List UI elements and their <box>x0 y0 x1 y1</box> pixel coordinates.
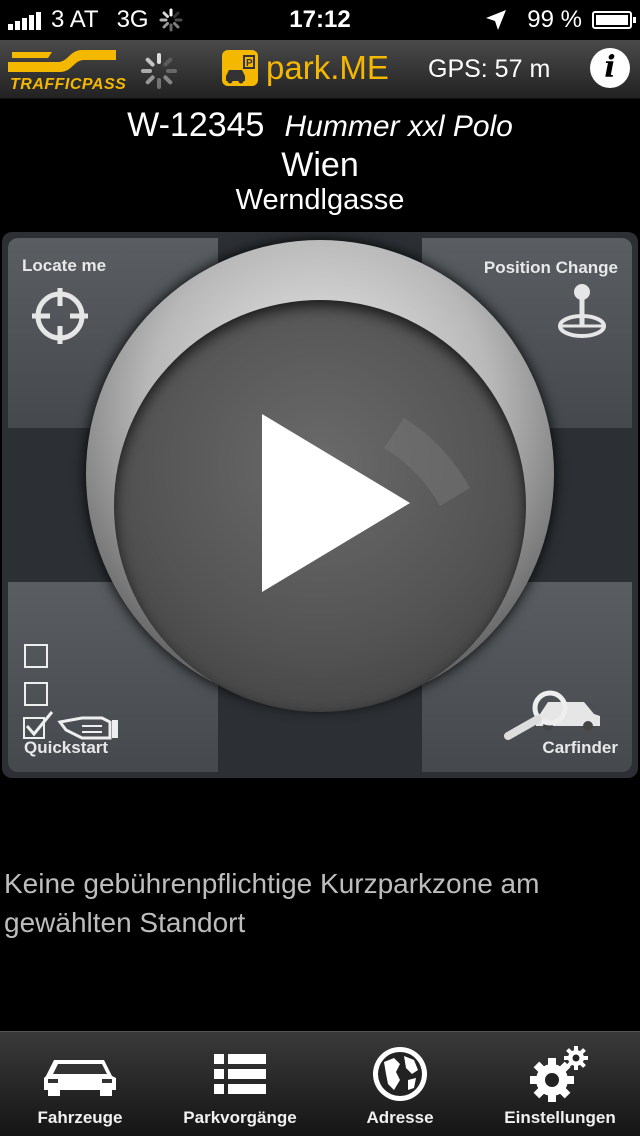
tab-label: Parkvorgänge <box>183 1108 297 1127</box>
location-arrow-icon <box>486 10 507 30</box>
list-icon <box>214 1054 266 1094</box>
park-me-brand: P park.ME <box>222 49 389 87</box>
joystick-icon <box>558 284 606 338</box>
globe-icon <box>373 1047 427 1101</box>
street-name: Werndlgasse <box>235 184 405 216</box>
checkbox-empty-icon <box>24 644 48 668</box>
position-change-label: Position Change <box>483 258 618 277</box>
trafficpass-logo-mark <box>8 50 116 72</box>
crosshair-icon <box>32 288 88 344</box>
gps-accuracy: GPS: 57 m <box>428 55 551 83</box>
locate-me-label: Locate me <box>22 256 107 275</box>
battery-icon <box>592 11 636 29</box>
tab-fahrzeuge[interactable]: Fahrzeuge <box>0 1032 160 1136</box>
tab-parkvorgaenge[interactable]: Parkvorgänge <box>160 1032 320 1136</box>
battery-percent: 99 % <box>527 6 582 33</box>
checkbox-empty-icon <box>24 682 48 706</box>
nav-bar: TRAFFICPASS P park.ME GPS: 57 m i <box>0 40 640 99</box>
car-icon <box>44 1060 116 1096</box>
info-button[interactable]: i <box>590 48 630 88</box>
city-name: Wien <box>281 146 359 184</box>
park-me-icon: P <box>222 50 258 86</box>
start-parking-button[interactable] <box>114 300 526 712</box>
tab-bar: Fahrzeuge Parkvorgänge Adresse Einstellu… <box>0 1031 640 1136</box>
license-plate: W-12345 <box>127 106 265 144</box>
tab-label: Adresse <box>366 1108 434 1127</box>
tab-label: Einstellungen <box>504 1108 616 1127</box>
logo-text: TRAFFICPASS <box>10 76 127 93</box>
loading-spinner-icon <box>141 53 177 89</box>
zone-status-message: Keine gebührenpflichtige Kurzparkzone am… <box>4 868 540 938</box>
gear-icon <box>530 1046 588 1102</box>
status-bar: 3 AT 3G 17:12 99 % <box>0 0 640 40</box>
app-name: park.ME <box>266 49 389 86</box>
svg-text:P: P <box>246 58 253 69</box>
tab-adresse[interactable]: Adresse <box>320 1032 480 1136</box>
trafficpass-logo: TRAFFICPASS <box>8 46 126 94</box>
vehicle-model: Hummer xxl Polo <box>284 110 513 143</box>
checkbox-checked-pointing-hand-icon <box>23 711 118 740</box>
tab-label: Fahrzeuge <box>37 1108 123 1127</box>
control-panel: Locate me Position Change Quickstart Car… <box>2 232 638 778</box>
vehicle-header: W-12345 Hummer xxl Polo <box>0 106 640 145</box>
tab-einstellungen[interactable]: Einstellungen <box>480 1032 640 1136</box>
